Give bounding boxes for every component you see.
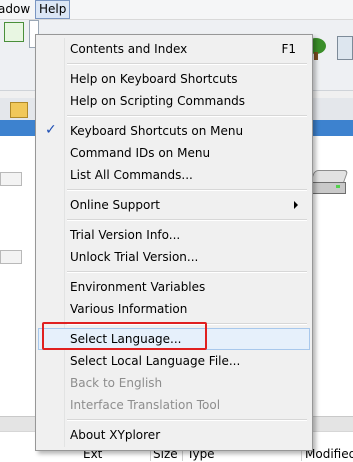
menu-separator <box>67 115 307 117</box>
submenu-arrow-icon <box>294 201 298 209</box>
menu-item-label: Trial Version Info... <box>70 228 181 242</box>
annotation-highlight-box <box>42 322 207 350</box>
left-field[interactable] <box>0 250 22 264</box>
menu-item-keyboard-help[interactable]: Help on Keyboard Shortcuts <box>38 68 310 90</box>
menu-item-shortcut: F1 <box>281 42 296 56</box>
menu-item-contents-and-index[interactable]: Contents and Index F1 <box>38 38 310 60</box>
toolbar-overflow-icon[interactable] <box>337 36 353 60</box>
menu-item-label: Keyboard Shortcuts on Menu <box>70 124 244 138</box>
menu-item-label: About XYplorer <box>70 428 161 442</box>
checkmark-icon: ✓ <box>45 122 57 138</box>
hard-drive-icon[interactable] <box>308 170 349 196</box>
menu-separator <box>67 219 307 221</box>
folder-tab-icon[interactable] <box>10 102 28 118</box>
menu-bar: adow Help <box>0 0 353 20</box>
menu-item-scripting-help[interactable]: Help on Scripting Commands <box>38 90 310 112</box>
menu-window[interactable]: adow <box>0 2 30 16</box>
menu-item-label: Interface Translation Tool <box>70 398 221 412</box>
menu-item-about[interactable]: About XYplorer <box>38 424 310 446</box>
menu-item-label: List All Commands... <box>70 168 193 182</box>
menu-item-label: Back to English <box>70 376 163 390</box>
menu-item-unlock-trial[interactable]: Unlock Trial Version... <box>38 246 310 268</box>
menu-item-label: Unlock Trial Version... <box>70 250 199 264</box>
menu-item-environment-variables[interactable]: Environment Variables <box>38 276 310 298</box>
help-dropdown-menu: Contents and Index F1 Help on Keyboard S… <box>35 34 313 451</box>
menu-item-command-ids[interactable]: Command IDs on Menu <box>38 142 310 164</box>
menu-separator <box>67 63 307 65</box>
menu-item-back-to-english: Back to English <box>38 372 310 394</box>
menu-item-label: Online Support <box>70 198 160 212</box>
menu-item-list-commands[interactable]: List All Commands... <box>38 164 310 186</box>
menu-item-trial-info[interactable]: Trial Version Info... <box>38 224 310 246</box>
menu-item-label: Select Local Language File... <box>70 354 241 368</box>
menu-item-label: Various Information <box>70 302 188 316</box>
menu-item-keyboard-shortcuts-on-menu[interactable]: ✓ Keyboard Shortcuts on Menu <box>38 120 310 142</box>
menu-separator <box>67 189 307 191</box>
menu-item-various-information[interactable]: Various Information <box>38 298 310 320</box>
network-icon[interactable] <box>4 22 24 42</box>
menu-item-label: Environment Variables <box>70 280 206 294</box>
menu-item-label: Help on Scripting Commands <box>70 94 246 108</box>
menu-item-online-support[interactable]: Online Support <box>38 194 310 216</box>
menu-item-select-local-language-file[interactable]: Select Local Language File... <box>38 350 310 372</box>
menu-separator <box>67 271 307 273</box>
menu-separator <box>67 419 307 421</box>
left-field[interactable] <box>0 172 22 186</box>
menu-item-interface-translation-tool: Interface Translation Tool <box>38 394 310 416</box>
menu-item-label: Help on Keyboard Shortcuts <box>70 72 238 86</box>
menu-item-label: Command IDs on Menu <box>70 146 211 160</box>
menu-item-label: Contents and Index <box>70 42 188 56</box>
menu-help[interactable]: Help <box>35 0 71 19</box>
